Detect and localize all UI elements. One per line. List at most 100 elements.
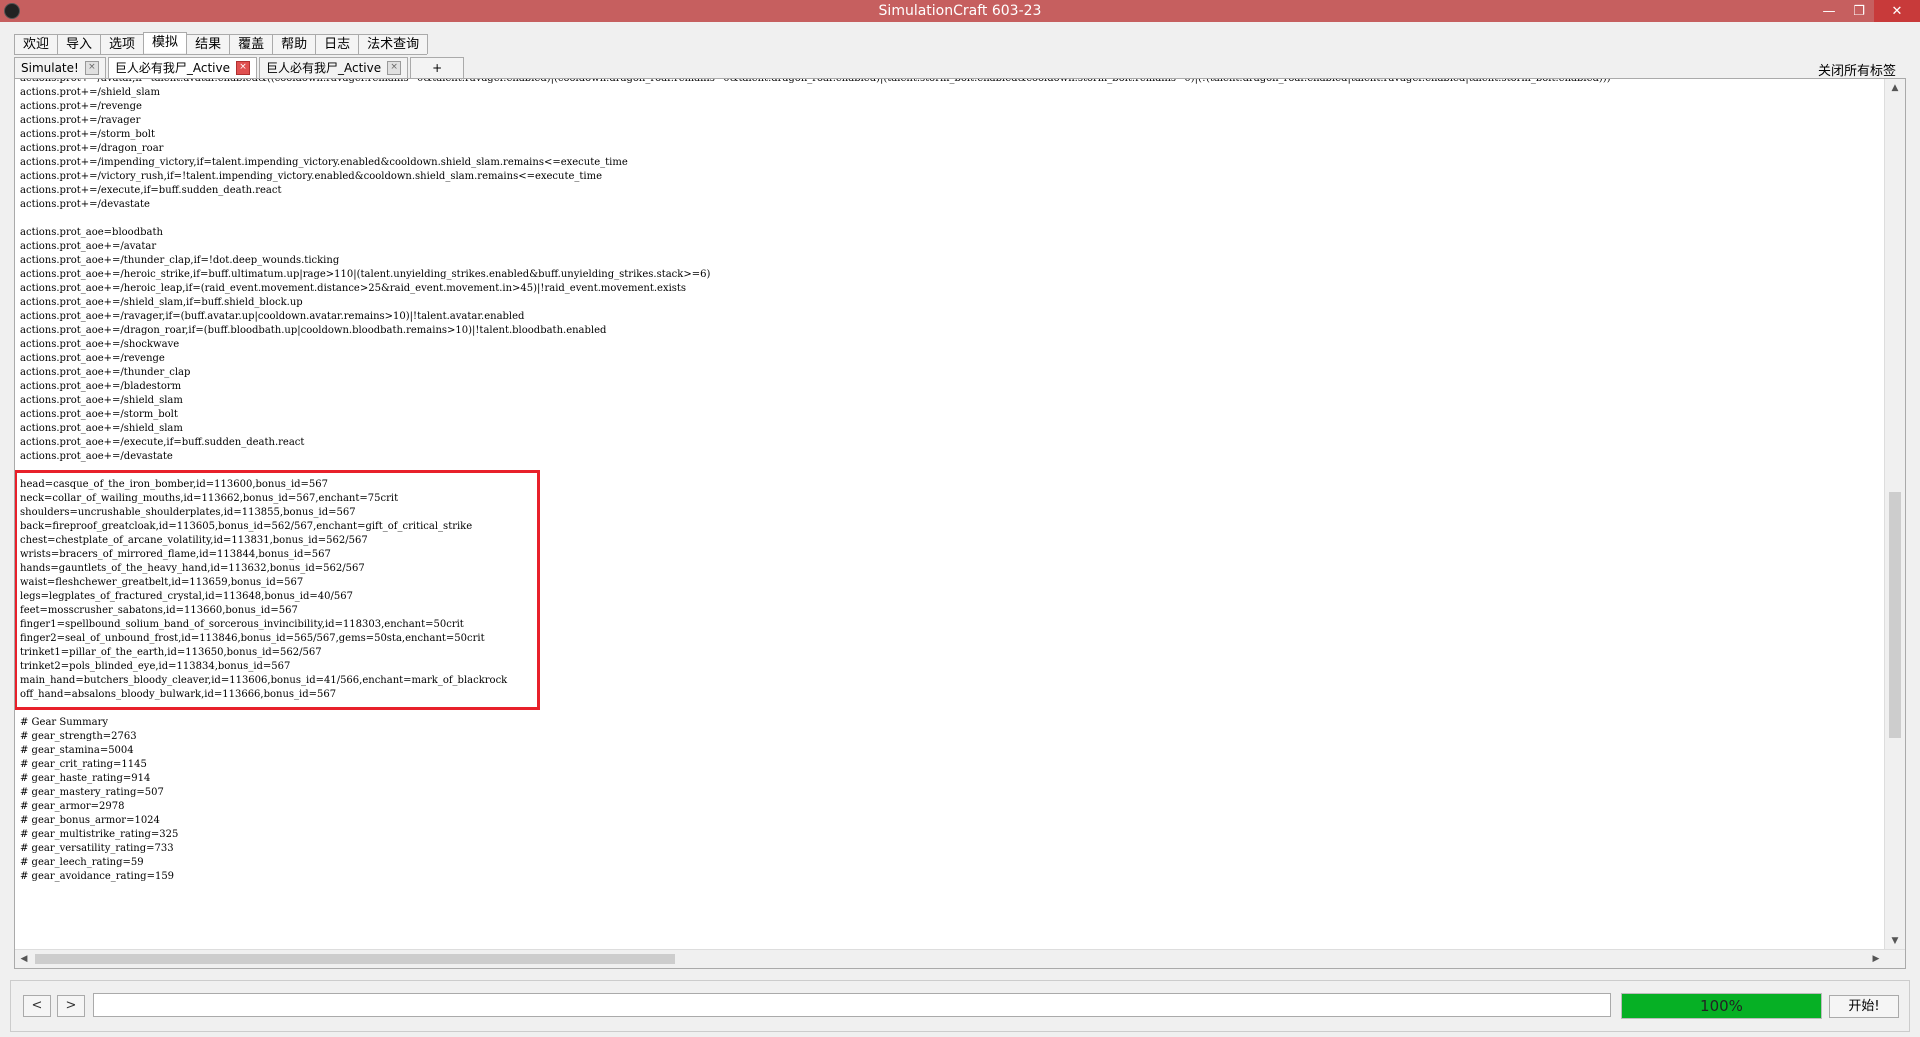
code-line: actions.prot_aoe+=/devastate bbox=[20, 451, 173, 462]
code-line: waist=fleshchewer_greatbelt,id=113659,bo… bbox=[20, 577, 304, 588]
code-line: actions.prot+=/impending_victory,if=tale… bbox=[20, 157, 628, 168]
code-line: neck=collar_of_wailing_mouths,id=113662,… bbox=[20, 493, 399, 504]
main-tab[interactable]: 欢迎 bbox=[14, 34, 59, 54]
code-line: actions.prot_aoe+=/shield_slam bbox=[20, 423, 183, 434]
progress-label: 100% bbox=[1700, 997, 1743, 1015]
code-line: legs=legplates_of_fractured_crystal,id=1… bbox=[20, 591, 353, 602]
code-line: actions.prot_aoe+=/shockwave bbox=[20, 339, 180, 350]
close-tab-icon[interactable]: × bbox=[84, 61, 99, 75]
code-line: actions.prot+=/shield_slam bbox=[20, 87, 160, 98]
add-tab-button[interactable]: + bbox=[410, 57, 465, 78]
code-line: finger2=seal_of_unbound_frost,id=113846,… bbox=[20, 633, 485, 644]
close-button[interactable]: ✕ bbox=[1874, 0, 1920, 22]
main-tab[interactable]: 法术查询 bbox=[358, 34, 429, 54]
scroll-up-icon[interactable]: ▲ bbox=[1885, 79, 1905, 97]
simulate-tab-bar: Simulate! × 巨人必有我尸_Active × 巨人必有我尸_Active × + bbox=[14, 57, 466, 78]
code-line: actions.prot+=/execute,if=buff.sudden_de… bbox=[20, 185, 282, 196]
code-line: actions.prot_aoe=bloodbath bbox=[20, 227, 163, 238]
main-tab[interactable]: 选项 bbox=[100, 34, 145, 54]
title-bar: SimulationCraft 603-23 — ❐ ✕ bbox=[0, 0, 1920, 22]
window-title: SimulationCraft 603-23 bbox=[878, 3, 1042, 19]
start-button[interactable]: 开始! bbox=[1829, 995, 1899, 1018]
code-line: # gear_multistrike_rating=325 bbox=[20, 829, 179, 840]
code-line: head=casque_of_the_iron_bomber,id=113600… bbox=[20, 479, 329, 490]
vertical-scrollbar[interactable]: ▲ ▼ bbox=[1884, 79, 1905, 950]
main-tab-bar: 欢迎 导入 选项 模拟 结果 覆盖 帮助 日志 法术查询 bbox=[14, 32, 429, 55]
bottom-panel: < > 100% 开始! bbox=[10, 980, 1910, 1032]
back-button[interactable]: < bbox=[23, 995, 51, 1017]
code-line: actions.prot_aoe+=/avatar bbox=[20, 241, 157, 252]
code-line: # gear_strength=2763 bbox=[20, 731, 137, 742]
close-tab-icon[interactable]: × bbox=[235, 61, 250, 75]
sub-tab[interactable]: 巨人必有我尸_Active × bbox=[107, 57, 257, 78]
sub-tab-label: 巨人必有我尸_Active bbox=[265, 61, 382, 75]
code-line: actions.prot_aoe+=/bladestorm bbox=[20, 381, 182, 392]
code-line: # gear_haste_rating=914 bbox=[20, 773, 151, 784]
code-line: actions.prot_aoe+=/ravager,if=(buff.avat… bbox=[20, 311, 525, 322]
maximize-button[interactable]: ❐ bbox=[1844, 0, 1874, 22]
code-line: # gear_mastery_rating=507 bbox=[20, 787, 164, 798]
main-tab[interactable]: 帮助 bbox=[272, 34, 317, 54]
code-line: # gear_stamina=5004 bbox=[20, 745, 134, 756]
code-line: trinket1=pillar_of_the_earth,id=113650,b… bbox=[20, 647, 322, 658]
code-line: actions.prot_aoe+=/revenge bbox=[20, 353, 165, 364]
minimize-button[interactable]: — bbox=[1814, 0, 1844, 22]
horizontal-scroll-thumb[interactable] bbox=[35, 954, 675, 964]
code-line: # gear_crit_rating=1145 bbox=[20, 759, 147, 770]
code-line: actions.prot_aoe+=/thunder_clap bbox=[20, 367, 191, 378]
scroll-right-icon[interactable]: ▶ bbox=[1867, 950, 1885, 968]
progress-bar: 100% bbox=[1621, 993, 1822, 1019]
code-line: # gear_leech_rating=59 bbox=[20, 857, 144, 868]
profile-editor[interactable]: actions.prot+=/avatar,if=talent.avatar.e… bbox=[14, 78, 1906, 969]
window-controls: — ❐ ✕ bbox=[1814, 0, 1920, 22]
code-line: actions.prot+=/victory_rush,if=!talent.i… bbox=[20, 171, 603, 182]
scroll-down-icon[interactable]: ▼ bbox=[1885, 932, 1905, 950]
sub-tab[interactable]: Simulate! × bbox=[14, 57, 106, 78]
main-tab[interactable]: 模拟 bbox=[143, 32, 188, 53]
close-tab-icon[interactable]: × bbox=[387, 61, 402, 75]
main-tab[interactable]: 导入 bbox=[57, 34, 102, 54]
code-line: # gear_bonus_armor=1024 bbox=[20, 815, 160, 826]
code-line: feet=mosscrusher_sabatons,id=113660,bonu… bbox=[20, 605, 298, 616]
code-line: actions.prot_aoe+=/thunder_clap,if=!dot.… bbox=[20, 255, 340, 266]
code-line: actions.prot_aoe+=/heroic_strike,if=buff… bbox=[20, 269, 711, 280]
main-tab[interactable]: 日志 bbox=[315, 34, 360, 54]
sub-tab-label: 巨人必有我尸_Active bbox=[114, 61, 230, 75]
horizontal-scrollbar[interactable]: ◀ ▶ bbox=[15, 949, 1905, 968]
code-line: # gear_versatility_rating=733 bbox=[20, 843, 174, 854]
code-line: actions.prot_aoe+=/shield_slam bbox=[20, 395, 183, 406]
code-line: actions.prot_aoe+=/storm_bolt bbox=[20, 409, 178, 420]
code-line: actions.prot+=/revenge bbox=[20, 101, 142, 112]
code-line: # gear_avoidance_rating=159 bbox=[20, 871, 175, 882]
profile-text[interactable]: actions.prot+=/avatar,if=talent.avatar.e… bbox=[20, 79, 1883, 950]
main-tab[interactable]: 结果 bbox=[186, 34, 231, 54]
app-icon bbox=[4, 3, 20, 19]
forward-button[interactable]: > bbox=[57, 995, 85, 1017]
code-line: # Gear Summary bbox=[20, 717, 109, 728]
code-line: hands=gauntlets_of_the_heavy_hand,id=113… bbox=[20, 563, 365, 574]
close-all-tabs-button[interactable]: 关闭所有标签 bbox=[1818, 60, 1896, 79]
scroll-left-icon[interactable]: ◀ bbox=[15, 950, 33, 968]
code-line: actions.prot+=/storm_bolt bbox=[20, 129, 155, 140]
code-line: back=fireproof_greatcloak,id=113605,bonu… bbox=[20, 521, 473, 532]
code-line: actions.prot+=/devastate bbox=[20, 199, 150, 210]
code-line: shoulders=uncrushable_shoulderplates,id=… bbox=[20, 507, 356, 518]
code-line: chest=chestplate_of_arcane_volatility,id… bbox=[20, 535, 368, 546]
code-line: actions.prot_aoe+=/execute,if=buff.sudde… bbox=[20, 437, 305, 448]
code-line: actions.prot+=/ravager bbox=[20, 115, 141, 126]
code-line: actions.prot+=/avatar,if=talent.avatar.e… bbox=[20, 79, 1883, 86]
sub-tab-label: Simulate! bbox=[21, 61, 79, 75]
main-tab[interactable]: 覆盖 bbox=[229, 34, 274, 54]
code-line: finger1=spellbound_solium_band_of_sorcer… bbox=[20, 619, 464, 630]
vertical-scroll-thumb[interactable] bbox=[1889, 492, 1901, 738]
command-input[interactable] bbox=[93, 993, 1611, 1017]
code-line: main_hand=butchers_bloody_cleaver,id=113… bbox=[20, 675, 508, 686]
sub-tab[interactable]: 巨人必有我尸_Active × bbox=[258, 57, 409, 78]
code-line: actions.prot_aoe+=/shield_slam,if=buff.s… bbox=[20, 297, 303, 308]
code-line: actions.prot_aoe+=/heroic_leap,if=(raid_… bbox=[20, 283, 687, 294]
code-line: # gear_armor=2978 bbox=[20, 801, 125, 812]
code-line: actions.prot+=/dragon_roar bbox=[20, 143, 164, 154]
